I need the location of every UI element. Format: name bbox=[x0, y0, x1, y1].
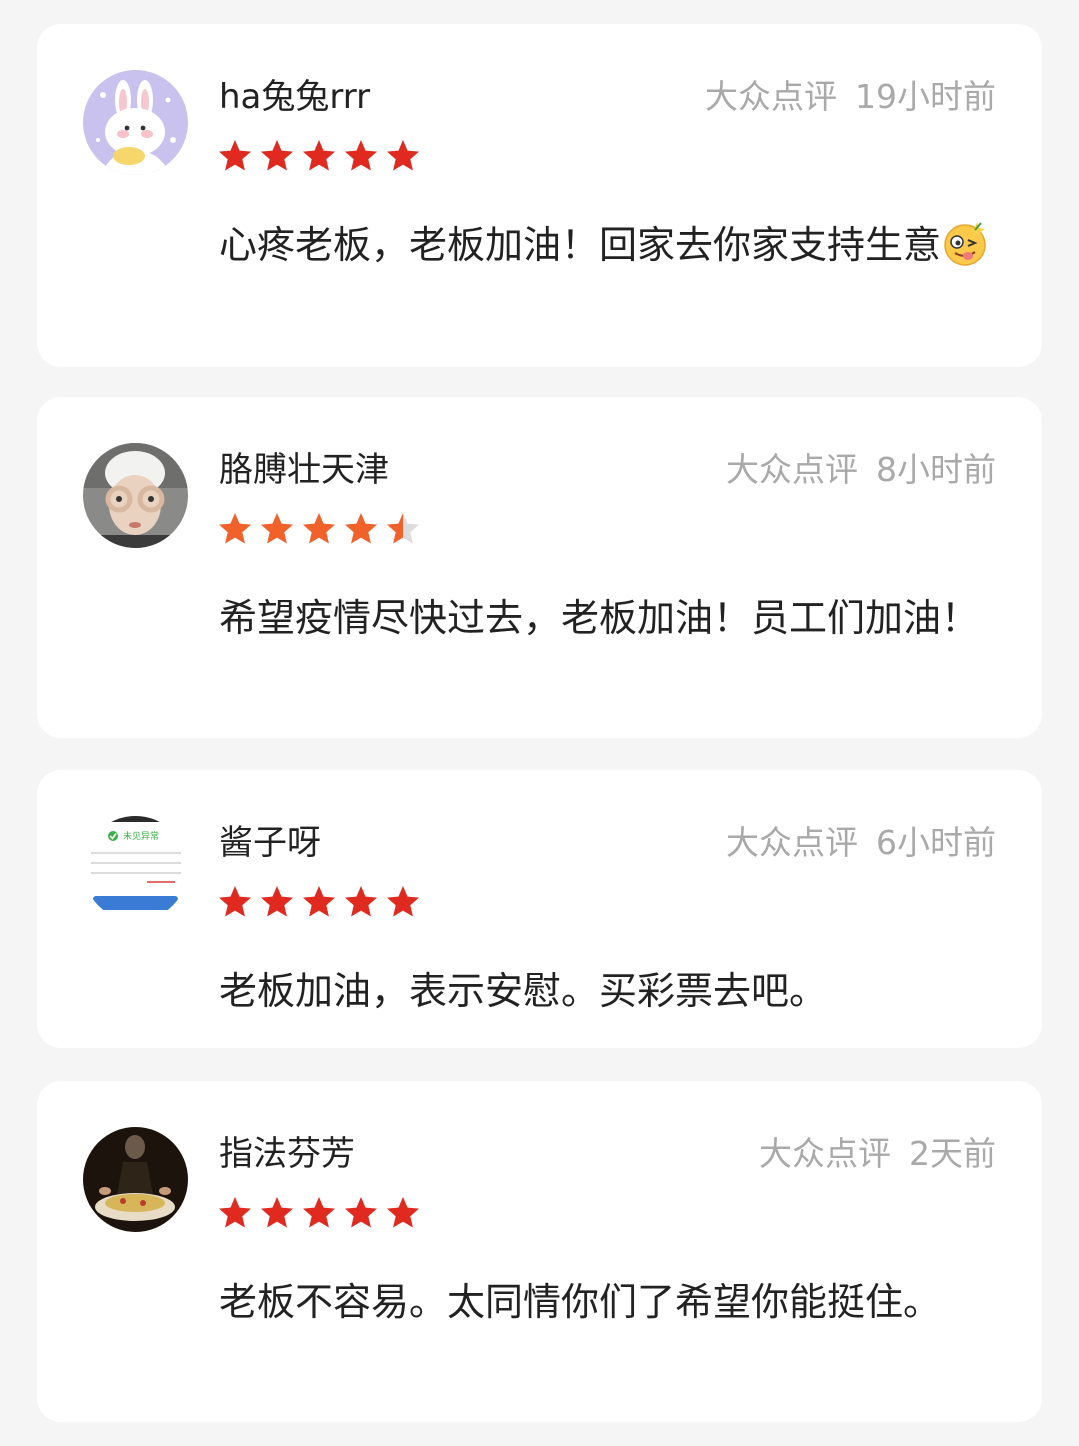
star-full-icon bbox=[219, 886, 251, 917]
star-rating bbox=[217, 511, 421, 547]
star-full-icon bbox=[303, 886, 335, 917]
child-photo-avatar[interactable] bbox=[83, 443, 188, 548]
review-card[interactable]: 指法芬芳 大众点评 2天前 老板不容易。太同情你们了希望你能挺住。 bbox=[37, 1081, 1042, 1422]
star-full-icon bbox=[219, 140, 251, 171]
star-full-icon bbox=[261, 140, 293, 171]
star-full-icon bbox=[219, 1197, 251, 1228]
review-source: 大众点评 bbox=[759, 1134, 891, 1173]
review-time: 2天前 bbox=[909, 1134, 996, 1173]
review-comment: 老板不容易。太同情你们了希望你能挺住。 bbox=[219, 1280, 942, 1324]
username[interactable]: 酱子呀 bbox=[219, 822, 321, 864]
review-source: 大众点评 bbox=[705, 77, 837, 116]
review-comment: 希望疫情尽快过去，老板加油！员工们加油！ bbox=[219, 596, 980, 640]
star-full-icon bbox=[345, 140, 377, 171]
review-time: 6小时前 bbox=[876, 823, 996, 862]
username[interactable]: ha兔兔rrr bbox=[219, 76, 370, 118]
star-full-icon bbox=[387, 886, 419, 917]
review-time: 19小时前 bbox=[855, 77, 996, 116]
star-full-icon bbox=[303, 140, 335, 171]
review-meta: 大众点评 6小时前 bbox=[726, 822, 996, 864]
wink-tongue-emoji bbox=[944, 222, 986, 266]
star-full-icon bbox=[303, 1197, 335, 1228]
star-full-icon bbox=[387, 140, 419, 171]
review-time: 8小时前 bbox=[876, 450, 996, 489]
review-card[interactable]: 未见异常 酱子呀 大众点评 6小时前 老板加油，表示安慰。买彩票去吧。 bbox=[37, 770, 1042, 1048]
star-full-icon bbox=[261, 1197, 293, 1228]
review-meta: 大众点评 8小时前 bbox=[726, 449, 996, 491]
review-meta: 大众点评 19小时前 bbox=[705, 76, 996, 118]
dark-food-photo-avatar[interactable] bbox=[83, 1127, 188, 1232]
review-card[interactable]: 胳膊壮天津 大众点评 8小时前 希望疫情尽快过去，老板加油！员工们加油！ bbox=[37, 397, 1042, 738]
bunny-avatar[interactable] bbox=[83, 70, 188, 175]
review-card[interactable]: ha兔兔rrr 大众点评 19小时前 心疼老板，老板加油！回家去你家支持生意 bbox=[37, 24, 1042, 367]
star-full-icon bbox=[345, 886, 377, 917]
star-full-icon bbox=[303, 513, 335, 544]
review-source: 大众点评 bbox=[726, 450, 858, 489]
star-full-icon bbox=[345, 513, 377, 544]
username[interactable]: 指法芬芳 bbox=[219, 1133, 355, 1175]
star-half-icon bbox=[387, 513, 419, 544]
star-full-icon bbox=[219, 513, 251, 544]
screenshot-avatar[interactable]: 未见异常 bbox=[83, 816, 188, 921]
review-comment: 老板加油，表示安慰。买彩票去吧。 bbox=[219, 969, 828, 1013]
star-full-icon bbox=[387, 1197, 419, 1228]
star-full-icon bbox=[345, 1197, 377, 1228]
review-source: 大众点评 bbox=[726, 823, 858, 862]
review-comment: 心疼老板，老板加油！回家去你家支持生意 bbox=[219, 214, 999, 276]
avatar-caption: 未见异常 bbox=[123, 830, 159, 842]
username[interactable]: 胳膊壮天津 bbox=[219, 449, 389, 491]
review-meta: 大众点评 2天前 bbox=[759, 1133, 996, 1175]
star-full-icon bbox=[261, 513, 293, 544]
star-rating bbox=[217, 1195, 421, 1231]
star-rating bbox=[217, 884, 421, 920]
star-full-icon bbox=[261, 886, 293, 917]
star-rating bbox=[217, 138, 421, 174]
review-comment-text: 心疼老板，老板加油！回家去你家支持生意 bbox=[219, 223, 942, 267]
